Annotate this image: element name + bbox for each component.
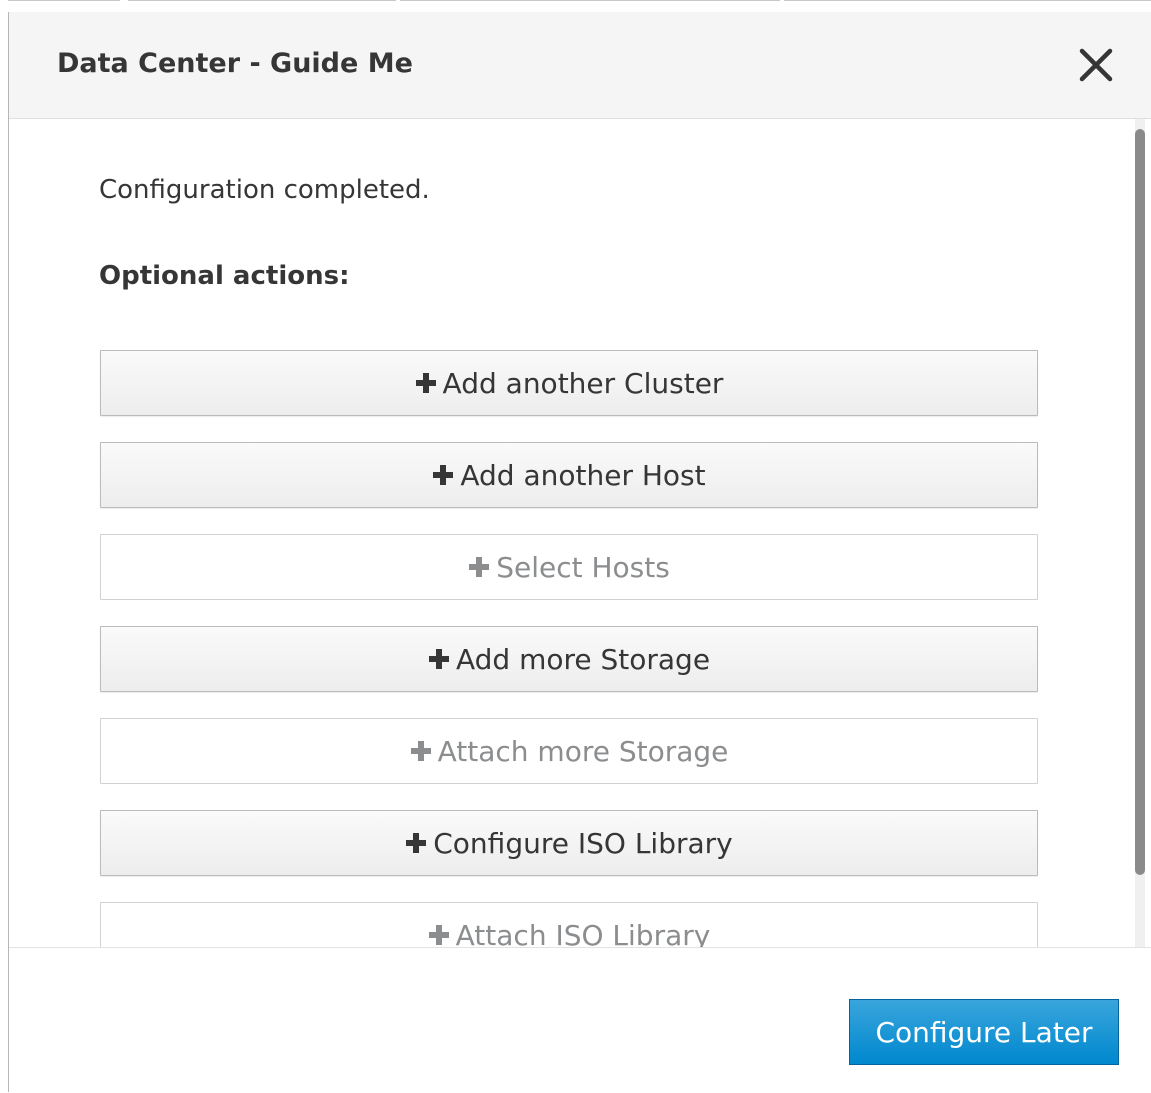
action-button-label: Add another Host <box>460 458 706 492</box>
configure-iso-library-button[interactable]: Configure ISO Library <box>100 810 1038 876</box>
action-button-label: Select Hosts <box>496 550 670 584</box>
dialog-header: Data Center - Guide Me <box>9 12 1151 119</box>
select-hosts-button: Select Hosts <box>100 534 1038 600</box>
close-icon <box>1079 48 1113 82</box>
background-tab-divider <box>8 0 120 11</box>
attach-more-storage-button: Attach more Storage <box>100 718 1038 784</box>
plus-icon <box>428 925 449 945</box>
action-button-label: Add more Storage <box>455 642 711 676</box>
add-more-storage-button[interactable]: Add more Storage <box>100 626 1038 692</box>
background-page-strip <box>0 0 1151 12</box>
background-tab-divider <box>128 0 396 11</box>
scrollbar-thumb[interactable] <box>1135 129 1145 875</box>
action-button-label: Configure ISO Library <box>433 826 733 860</box>
plus-icon <box>415 373 436 393</box>
action-button-label: Attach more Storage <box>437 734 729 768</box>
plus-icon <box>433 465 454 485</box>
dialog-title: Data Center - Guide Me <box>57 48 413 79</box>
plus-icon <box>406 833 427 853</box>
optional-actions-heading: Optional actions: <box>99 261 350 291</box>
plus-icon <box>469 557 490 577</box>
close-button[interactable] <box>1073 48 1119 88</box>
dialog-body: Configuration completed. Optional action… <box>9 119 1151 947</box>
guide-me-dialog: Data Center - Guide Me Configuration com… <box>8 12 1151 1093</box>
add-another-host-button[interactable]: Add another Host <box>100 442 1038 508</box>
dialog-body-scrollbar[interactable] <box>1128 119 1151 947</box>
configuration-status-text: Configuration completed. <box>99 175 430 205</box>
plus-icon <box>410 741 431 761</box>
action-button-label: Add another Cluster <box>442 366 724 400</box>
action-button-label: Attach ISO Library <box>455 918 711 948</box>
configure-later-button[interactable]: Configure Later <box>849 999 1119 1065</box>
attach-iso-library-button: Attach ISO Library <box>100 902 1038 947</box>
dialog-footer: Configure Later <box>9 947 1151 1093</box>
add-another-cluster-button[interactable]: Add another Cluster <box>100 350 1038 416</box>
background-tab-divider <box>400 0 780 11</box>
plus-icon <box>428 649 449 669</box>
background-tab-divider <box>784 0 1151 11</box>
